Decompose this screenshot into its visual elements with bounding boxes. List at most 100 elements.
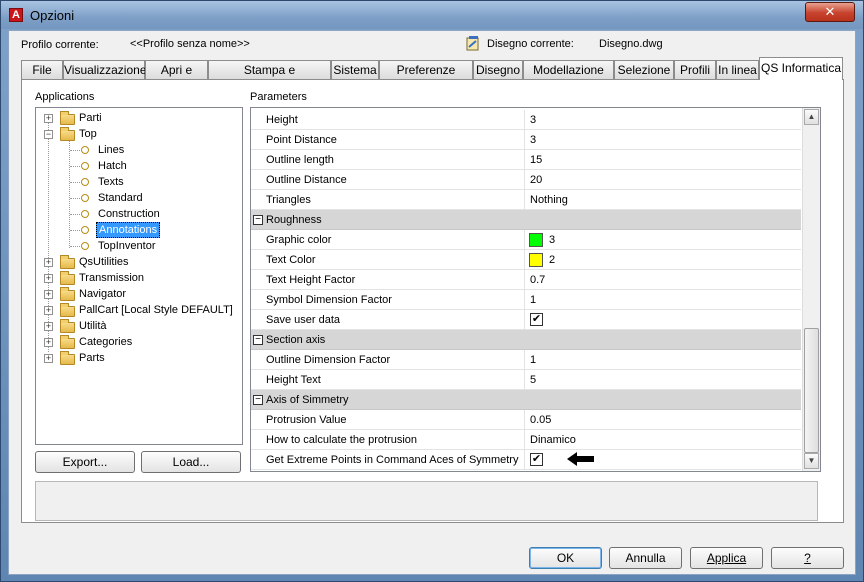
- expand-icon[interactable]: +: [44, 306, 53, 315]
- column-divider: [524, 270, 525, 290]
- tab-apri-e-salva[interactable]: Apri e salva: [145, 60, 208, 91]
- extreme-points-checkbox[interactable]: ✔: [530, 453, 543, 466]
- property-row-outline-distance[interactable]: Outline Distance 20: [251, 170, 801, 190]
- tree-node-label: QsUtilities: [79, 256, 129, 268]
- property-row-extreme-points[interactable]: Get Extreme Points in Command Aces of Sy…: [251, 450, 801, 470]
- tab-sistema[interactable]: Sistema: [331, 60, 379, 79]
- category-row-roughness[interactable]: − Roughness: [251, 210, 801, 230]
- tree-node-label: Parts: [79, 352, 105, 364]
- tree-node-texts[interactable]: Texts: [36, 174, 242, 190]
- pointer-arrow-icon: [567, 452, 595, 469]
- property-value[interactable]: 15: [530, 154, 542, 166]
- collapse-icon[interactable]: −: [253, 395, 263, 405]
- ok-button[interactable]: OK: [529, 547, 602, 569]
- expand-icon[interactable]: +: [44, 354, 53, 363]
- tree-node-topinventor[interactable]: TopInventor: [36, 238, 242, 254]
- expand-icon[interactable]: +: [44, 274, 53, 283]
- property-row-outline-length[interactable]: Outline length 15: [251, 150, 801, 170]
- tree-node-transmission[interactable]: + Transmission: [36, 270, 242, 286]
- close-button[interactable]: ✕: [805, 2, 855, 22]
- tree-node-pallcart[interactable]: + PallCart [Local Style DEFAULT]: [36, 302, 242, 318]
- tree-node-qsutilities[interactable]: + QsUtilities: [36, 254, 242, 270]
- property-value[interactable]: 1: [530, 294, 536, 306]
- property-value[interactable]: 5: [530, 374, 536, 386]
- property-row-triangles[interactable]: Triangles Nothing: [251, 190, 801, 210]
- property-value[interactable]: 3: [530, 134, 536, 146]
- load-button[interactable]: Load...: [141, 451, 241, 473]
- tab-visualizzazione[interactable]: Visualizzazione: [63, 60, 147, 79]
- tree-node-label: TopInventor: [98, 240, 156, 252]
- tree-node-parti[interactable]: + Parti: [36, 110, 242, 126]
- tab-modellazione-3d[interactable]: Modellazione 3D: [523, 60, 614, 91]
- tree-node-annotations[interactable]: Annotations: [36, 222, 242, 238]
- expand-icon[interactable]: +: [44, 322, 53, 331]
- property-row-height[interactable]: Height 3: [251, 110, 801, 130]
- collapse-icon[interactable]: −: [253, 215, 263, 225]
- export-button[interactable]: Export...: [35, 451, 135, 473]
- expand-icon[interactable]: +: [44, 258, 53, 267]
- property-row-symbol-dimension-factor[interactable]: Symbol Dimension Factor 1: [251, 290, 801, 310]
- property-row-point-distance[interactable]: Point Distance 3: [251, 130, 801, 150]
- property-value[interactable]: 3: [530, 114, 536, 126]
- tree-node-label: Categories: [79, 336, 133, 348]
- expand-icon[interactable]: +: [44, 290, 53, 299]
- property-row-save-user-data[interactable]: Save user data ✔: [251, 310, 801, 330]
- property-row-height-text[interactable]: Height Text 5: [251, 370, 801, 390]
- property-row-protrusion-method[interactable]: How to calculate the protrusion Dinamico: [251, 430, 801, 450]
- apply-button[interactable]: Applica: [690, 547, 763, 569]
- color-swatch[interactable]: [529, 253, 543, 267]
- scroll-up-button[interactable]: ▲: [804, 109, 819, 125]
- property-value[interactable]: 20: [530, 174, 542, 186]
- tree-node-top[interactable]: − Top: [36, 126, 242, 142]
- tab-disegno[interactable]: Disegno: [473, 60, 523, 79]
- tab-in-linea[interactable]: In linea: [716, 60, 759, 79]
- property-value[interactable]: 1: [530, 354, 536, 366]
- category-row-section-axis[interactable]: − Section axis: [251, 330, 801, 350]
- tab-profili[interactable]: Profili: [674, 60, 716, 79]
- cancel-button[interactable]: Annulla: [609, 547, 682, 569]
- property-value[interactable]: Dinamico: [530, 434, 576, 446]
- property-row-text-height-factor[interactable]: Text Height Factor 0.7: [251, 270, 801, 290]
- property-row-text-color[interactable]: Text Color 2: [251, 250, 801, 270]
- tree-node-lines[interactable]: Lines: [36, 142, 242, 158]
- tree-guide-line: [70, 246, 80, 247]
- tree-node-label: Parti: [79, 112, 102, 124]
- tab-file[interactable]: File: [21, 60, 63, 79]
- color-swatch[interactable]: [529, 233, 543, 247]
- category-row-axis-of-simmetry[interactable]: − Axis of Simmetry: [251, 390, 801, 410]
- parameters-grid[interactable]: Height 3 Point Distance 3 Outline length…: [250, 107, 821, 472]
- tree-node-utilita[interactable]: + Utilità: [36, 318, 242, 334]
- tab-preferenze-utente[interactable]: Preferenze utente: [379, 60, 473, 91]
- tree-node-navigator[interactable]: + Navigator: [36, 286, 242, 302]
- tab-stampa-e-pubblicazione[interactable]: Stampa e pubblicazione: [208, 60, 331, 91]
- column-divider: [524, 130, 525, 150]
- collapse-icon[interactable]: −: [44, 130, 53, 139]
- tree-node-label: PallCart [Local Style DEFAULT]: [79, 304, 233, 316]
- applications-tree[interactable]: + Parti − Top Lines Hatch Texts Standard…: [35, 107, 243, 445]
- scroll-down-button[interactable]: ▼: [804, 453, 819, 469]
- save-user-data-checkbox[interactable]: ✔: [530, 313, 543, 326]
- property-value[interactable]: 0.7: [530, 274, 545, 286]
- tab-qs-informatica[interactable]: QS Informatica: [759, 57, 843, 80]
- property-value[interactable]: 0.05: [530, 414, 551, 426]
- tree-node-categories[interactable]: + Categories: [36, 334, 242, 350]
- expand-icon[interactable]: +: [44, 338, 53, 347]
- property-name: Get Extreme Points in Command Aces of Sy…: [266, 454, 519, 466]
- property-value[interactable]: 2: [549, 254, 555, 266]
- help-button[interactable]: ?: [771, 547, 844, 569]
- expand-icon[interactable]: +: [44, 114, 53, 123]
- collapse-icon[interactable]: −: [253, 335, 263, 345]
- tree-node-construction[interactable]: Construction: [36, 206, 242, 222]
- tree-node-standard[interactable]: Standard: [36, 190, 242, 206]
- property-row-graphic-color[interactable]: Graphic color 3: [251, 230, 801, 250]
- property-row-protrusion-value[interactable]: Protrusion Value 0.05: [251, 410, 801, 430]
- title-bar[interactable]: A Opzioni ✕: [1, 1, 863, 29]
- property-row-outline-dimension-factor[interactable]: Outline Dimension Factor 1: [251, 350, 801, 370]
- parameters-scrollbar[interactable]: ▲ ▼: [802, 108, 820, 471]
- tree-node-parts[interactable]: + Parts: [36, 350, 242, 366]
- property-value[interactable]: Nothing: [530, 194, 568, 206]
- scroll-thumb[interactable]: [804, 328, 819, 453]
- tree-node-hatch[interactable]: Hatch: [36, 158, 242, 174]
- tab-selezione[interactable]: Selezione: [614, 60, 674, 79]
- property-value[interactable]: 3: [549, 234, 555, 246]
